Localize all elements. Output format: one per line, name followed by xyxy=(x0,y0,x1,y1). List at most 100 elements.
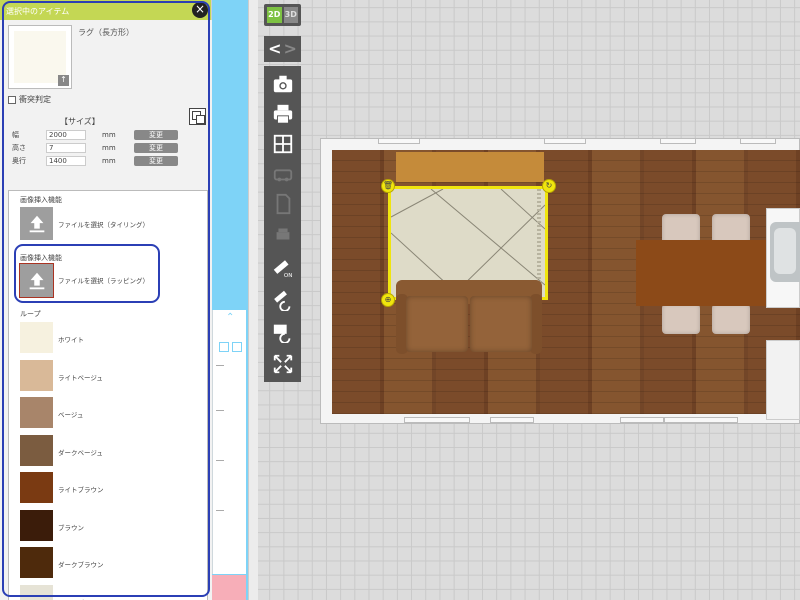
swatch-5[interactable] xyxy=(20,472,53,503)
upload-icon[interactable]: ↑ xyxy=(58,75,69,86)
swatch-4[interactable] xyxy=(20,434,53,466)
change-width-button[interactable]: 変更 xyxy=(134,129,178,140)
divider xyxy=(216,510,224,511)
swatch-name[interactable]: ライトブラウン xyxy=(58,484,104,494)
undo-icon[interactable]: < xyxy=(268,37,281,61)
furniture-icon xyxy=(264,220,301,248)
image-insert-label: 画像挿入機能 xyxy=(20,196,62,204)
swatch-name[interactable]: ダークベージュ xyxy=(58,447,103,457)
swatch-1[interactable] xyxy=(20,322,53,353)
size-row-width: 幅 2000 mm 変更 xyxy=(12,129,178,140)
size-label: 奥行 xyxy=(12,156,26,165)
depth-input[interactable]: 1400 xyxy=(46,155,86,166)
swatch-name[interactable]: ベージュ xyxy=(58,409,83,419)
tv-board[interactable] xyxy=(396,152,544,182)
panel-body: ↑ ラグ（長方形） 衝突判定 【サイズ】 幅 2000 mm 変更 高さ 7 m… xyxy=(0,20,212,600)
material-list: 画像挿入機能 ファイルを選択（タイリング） 画像挿入機能 ファイルを選択（ラッピ… xyxy=(8,190,208,600)
size-label: 高さ xyxy=(12,143,26,152)
window xyxy=(544,138,586,144)
kitchen-sink[interactable] xyxy=(770,222,800,282)
swatch-3[interactable] xyxy=(20,397,53,428)
swatch-6[interactable] xyxy=(20,509,53,541)
swatch-name[interactable]: ブラウン xyxy=(58,522,84,532)
item-summary: ↑ ラグ（長方形） 衝突判定 xyxy=(0,20,212,104)
thumbnail-image: ↑ xyxy=(14,31,69,86)
document-icon xyxy=(264,190,301,218)
chevron-up-icon: ⌃ xyxy=(226,312,235,323)
upload-tiling-text[interactable]: ファイルを選択（タイリング） xyxy=(58,219,149,229)
window xyxy=(620,417,664,423)
swatch-name[interactable]: ライトグレー xyxy=(58,597,97,600)
highlight-box xyxy=(14,244,160,303)
height-input[interactable]: 7 xyxy=(46,142,86,153)
measure-rotate-icon[interactable] xyxy=(264,286,301,314)
window xyxy=(664,417,738,423)
tool-list: ON xyxy=(264,66,301,382)
upload-icon xyxy=(29,215,44,232)
grid-icon[interactable] xyxy=(264,130,301,158)
delete-handle-icon[interactable]: 🗑 xyxy=(381,179,395,193)
divider xyxy=(216,410,224,411)
selected-item-panel: 選択中のアイテム × ↑ ラグ（長方形） 衝突判定 【サイズ】 幅 2000 m… xyxy=(0,0,212,600)
mode-2d-button[interactable]: 2D xyxy=(267,7,282,23)
car-icon xyxy=(264,160,301,188)
window xyxy=(404,417,470,423)
change-height-button[interactable]: 変更 xyxy=(134,142,178,153)
panel-header: 選択中のアイテム × xyxy=(0,0,211,20)
layout-icon xyxy=(219,342,229,352)
view-mode-toggle: 2D 3D xyxy=(264,4,301,26)
width-input[interactable]: 2000 xyxy=(46,129,86,140)
swatch-7[interactable] xyxy=(20,547,53,578)
dining-chair[interactable] xyxy=(662,304,700,334)
window xyxy=(378,138,420,144)
resize-handle-icon[interactable]: ⊕ xyxy=(381,293,395,307)
background-pink-block xyxy=(212,575,246,600)
item-name: ラグ（長方形） xyxy=(78,28,134,37)
redo-icon[interactable]: > xyxy=(284,37,297,61)
duplicate-icon[interactable] xyxy=(189,108,206,125)
sofa-seat xyxy=(406,296,468,352)
swatch-name[interactable]: ダークブラウン xyxy=(58,559,104,569)
sofa-seat xyxy=(470,296,532,352)
panel-divider xyxy=(248,0,258,600)
svg-text:ON: ON xyxy=(283,273,291,279)
undo-redo-bar: < > xyxy=(264,36,301,62)
divider xyxy=(216,460,224,461)
print-icon[interactable] xyxy=(264,100,301,128)
size-unit: mm xyxy=(102,143,116,152)
panel-title: 選択中のアイテム xyxy=(6,7,70,16)
rotate-handle-icon[interactable]: ↻ xyxy=(542,179,556,193)
divider xyxy=(216,365,224,366)
upload-tiling-button[interactable] xyxy=(20,207,53,240)
swatch-name[interactable]: ライトベージュ xyxy=(58,372,103,382)
swatch-8[interactable] xyxy=(20,584,53,600)
window xyxy=(740,138,776,144)
size-label: 幅 xyxy=(12,130,19,139)
window xyxy=(490,417,534,423)
collision-checkbox[interactable] xyxy=(8,95,16,104)
background-app-strip: ⌃ xyxy=(212,0,248,600)
size-row-height: 高さ 7 mm 変更 xyxy=(12,142,178,153)
expand-icon[interactable] xyxy=(264,350,301,378)
loop-label: ループ xyxy=(20,310,41,318)
close-icon[interactable]: × xyxy=(192,2,208,18)
measure-on-icon[interactable]: ON xyxy=(264,254,301,282)
kitchen-cabinet[interactable] xyxy=(766,340,800,420)
change-depth-button[interactable]: 変更 xyxy=(134,155,178,166)
copy-rotate-icon[interactable] xyxy=(264,318,301,346)
swatch-2[interactable] xyxy=(20,359,53,391)
item-thumbnail: ↑ xyxy=(8,25,72,89)
camera-icon[interactable] xyxy=(264,70,301,98)
size-row-depth: 奥行 1400 mm 変更 xyxy=(12,155,178,166)
collision-label: 衝突判定 xyxy=(19,95,51,104)
window xyxy=(660,138,696,144)
size-unit: mm xyxy=(102,130,116,139)
mode-3d-button[interactable]: 3D xyxy=(283,7,298,23)
layout-icon-alt xyxy=(232,342,242,352)
sofa[interactable] xyxy=(396,280,542,356)
size-title: 【サイズ】 xyxy=(60,117,100,126)
collision-toggle[interactable]: 衝突判定 xyxy=(8,94,51,105)
dining-chair[interactable] xyxy=(712,304,750,334)
size-section: 【サイズ】 幅 2000 mm 変更 高さ 7 mm 変更 奥行 1400 mm… xyxy=(0,108,212,174)
swatch-name[interactable]: ホワイト xyxy=(58,334,84,344)
